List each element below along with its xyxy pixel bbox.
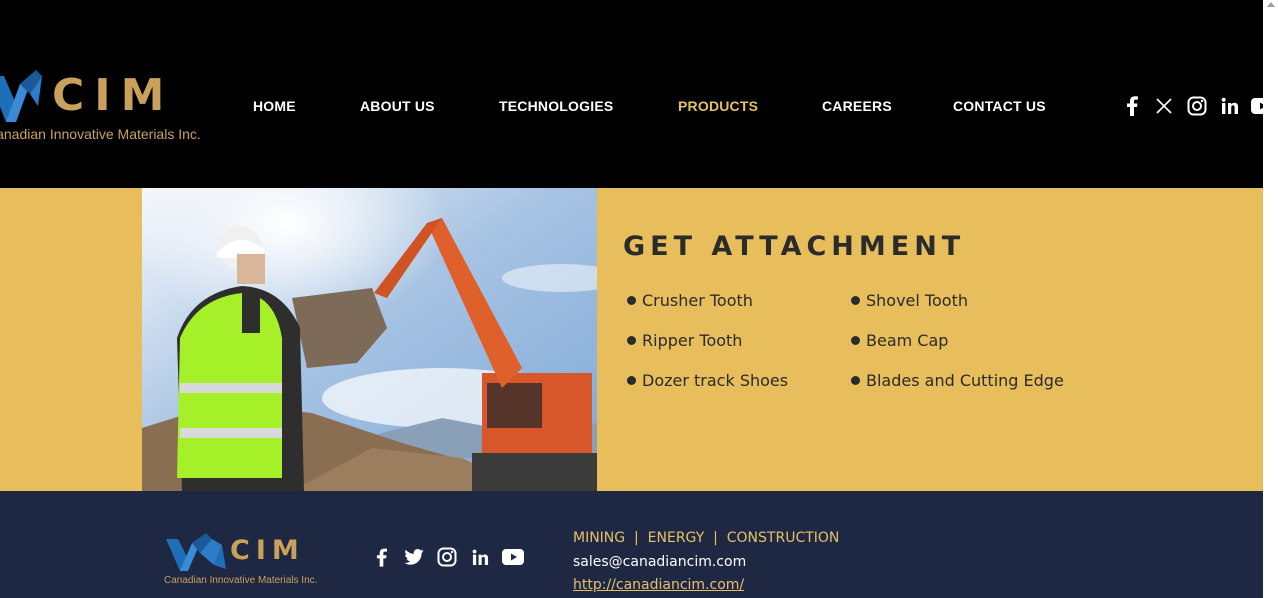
nav-about-us[interactable]: ABOUT US bbox=[360, 96, 435, 116]
linkedin-icon[interactable] bbox=[1218, 94, 1242, 118]
youtube-icon[interactable] bbox=[1250, 94, 1263, 118]
section-title: GET ATTACHMENT bbox=[623, 231, 966, 262]
list-item: Shovel Tooth bbox=[851, 291, 968, 311]
facebook-icon[interactable] bbox=[369, 545, 393, 569]
twitter-icon[interactable] bbox=[402, 545, 426, 569]
logo-wordmark: CIM bbox=[52, 70, 175, 121]
scroll-up-icon[interactable] bbox=[1267, 2, 1275, 7]
nav-contact-us[interactable]: CONTACT US bbox=[953, 96, 1046, 116]
logo-mark-icon bbox=[166, 533, 226, 571]
facebook-icon[interactable] bbox=[1120, 94, 1144, 118]
list-item: Dozer track Shoes bbox=[627, 371, 788, 391]
list-item: Crusher Tooth bbox=[627, 291, 753, 311]
x-icon[interactable] bbox=[1152, 94, 1176, 118]
list-item-label: Dozer track Shoes bbox=[642, 371, 789, 390]
youtube-icon[interactable] bbox=[501, 545, 525, 569]
footer-tagline: MINING | ENERGY | CONSTRUCTION bbox=[573, 530, 840, 546]
footer-logo-wordmark: CIM bbox=[230, 535, 305, 566]
linkedin-icon[interactable] bbox=[468, 545, 492, 569]
bullet-icon bbox=[851, 296, 860, 305]
instagram-icon[interactable] bbox=[435, 545, 459, 569]
bullet-icon bbox=[627, 336, 636, 345]
footer-logo-subtitle: Canadian Innovative Materials Inc. bbox=[164, 575, 318, 586]
nav-home[interactable]: HOME bbox=[253, 96, 296, 116]
list-item-label: Shovel Tooth bbox=[866, 291, 968, 310]
site-footer: CIM Canadian Innovative Materials Inc. M… bbox=[0, 491, 1263, 598]
list-item: Beam Cap bbox=[851, 331, 948, 351]
logo-mark-icon bbox=[0, 70, 42, 122]
nav-technologies[interactable]: TECHNOLOGIES bbox=[499, 96, 613, 116]
logo-subtitle: Canadian Innovative Materials Inc. bbox=[0, 126, 201, 142]
list-item-label: Ripper Tooth bbox=[642, 331, 743, 350]
site-header: CIM Canadian Innovative Materials Inc. H… bbox=[0, 0, 1263, 188]
site-logo[interactable]: CIM Canadian Innovative Materials Inc. bbox=[0, 66, 206, 150]
footer-website-link[interactable]: http://canadiancim.com/ bbox=[573, 577, 744, 593]
instagram-icon[interactable] bbox=[1185, 94, 1209, 118]
list-item-label: Beam Cap bbox=[866, 331, 949, 350]
nav-careers[interactable]: CAREERS bbox=[822, 96, 892, 116]
get-attachment-section: GET ATTACHMENT Crusher Tooth Ripper Toot… bbox=[0, 188, 1263, 491]
nav-products[interactable]: PRODUCTS bbox=[678, 96, 758, 116]
bullet-icon bbox=[627, 296, 636, 305]
excavator-photo bbox=[142, 188, 597, 491]
footer-email-link[interactable]: sales@canadiancim.com bbox=[573, 554, 746, 570]
footer-logo[interactable]: CIM Canadian Innovative Materials Inc. bbox=[164, 531, 339, 591]
bullet-icon bbox=[851, 376, 860, 385]
list-item: Blades and Cutting Edge bbox=[851, 371, 1064, 391]
bullet-icon bbox=[851, 336, 860, 345]
list-item: Ripper Tooth bbox=[627, 331, 742, 351]
bullet-icon bbox=[627, 376, 636, 385]
list-item-label: Crusher Tooth bbox=[642, 291, 753, 310]
list-item-label: Blades and Cutting Edge bbox=[866, 371, 1064, 390]
vertical-scrollbar[interactable] bbox=[1263, 0, 1278, 598]
